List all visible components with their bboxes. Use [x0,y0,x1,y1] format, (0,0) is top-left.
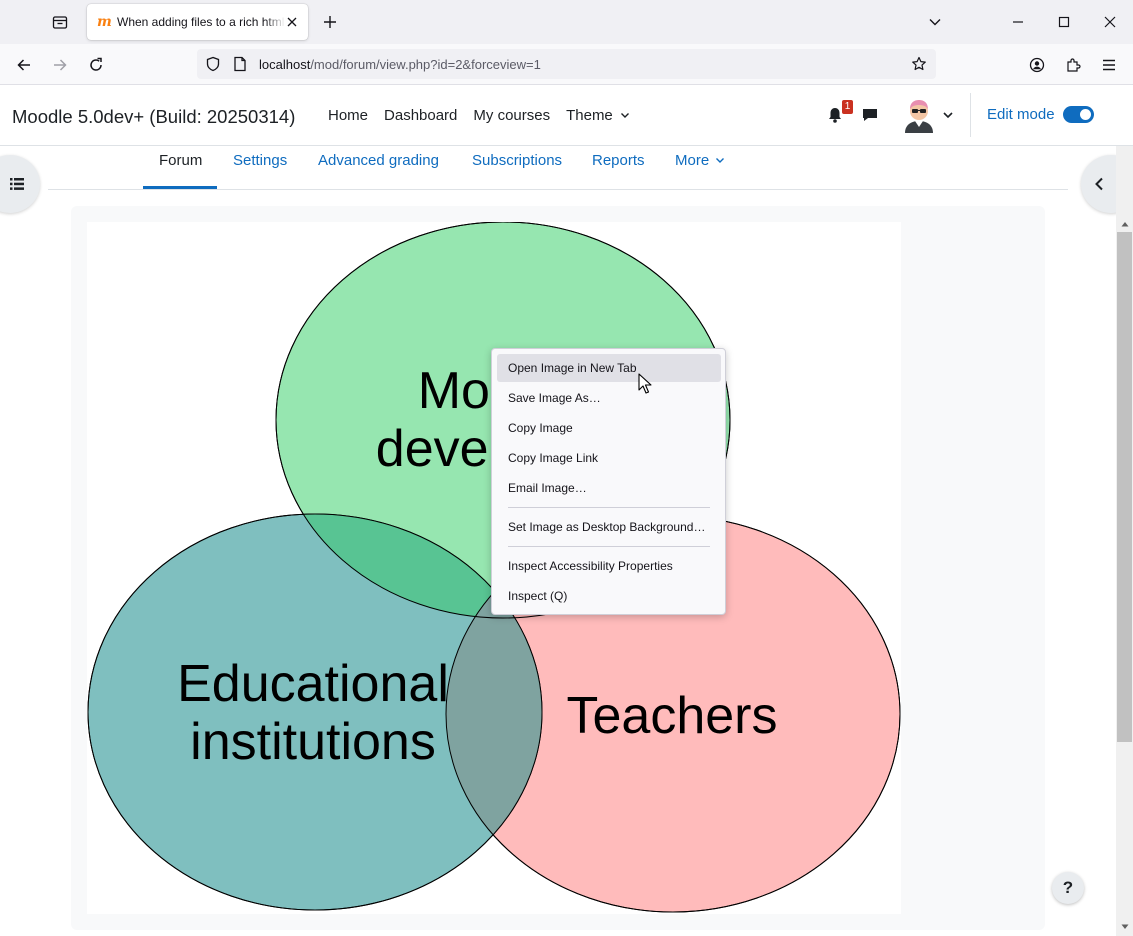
messages-icon[interactable] [858,103,882,127]
menu-separator [508,546,710,547]
active-tab-indicator [143,186,217,189]
browser-tab[interactable]: m When adding files to a rich html [87,4,308,40]
venn-label-left-line2: institutions [190,713,436,771]
url-text: localhost/mod/forum/view.php?id=2&forcev… [259,57,541,72]
shield-icon[interactable] [205,56,221,77]
chevron-down-icon[interactable] [919,6,951,38]
chevron-left-icon [1095,177,1103,191]
tab-more-label: More [675,152,710,169]
mouse-cursor-icon [638,373,652,394]
scroll-thumb[interactable] [1117,232,1132,742]
nav-theme[interactable]: Theme [566,107,630,124]
extensions-icon[interactable] [1060,52,1086,78]
scroll-down-arrow-icon[interactable] [1116,920,1133,934]
menu-item-copy-image[interactable]: Copy Image [497,414,721,442]
menu-icon[interactable] [1096,52,1122,78]
account-icon[interactable] [1024,52,1050,78]
user-avatar[interactable] [902,97,936,133]
star-icon[interactable] [911,56,927,77]
edit-mode-toggle[interactable] [1063,106,1094,123]
browser-nav-bar: localhost/mod/forum/view.php?id=2&forcev… [0,44,1133,85]
chevron-down-icon[interactable] [936,103,960,127]
plus-icon[interactable] [318,10,342,34]
tab-title: When adding files to a rich html [117,15,285,29]
nav-my-courses[interactable]: My courses [473,107,550,124]
tab-more[interactable]: More [675,152,725,169]
close-icon[interactable] [284,14,300,30]
course-index-drawer-button[interactable] [0,155,40,213]
site-name[interactable]: Moodle 5.0dev+ (Build: 20250314) [12,106,295,128]
edit-mode-label[interactable]: Edit mode [987,106,1055,123]
tab-forum[interactable]: Forum [159,152,202,169]
venn-label-left-line1: Educational [177,655,449,713]
nav-home[interactable]: Home [328,107,368,124]
chevron-down-icon [620,113,629,118]
url-path: /mod/forum/view.php?id=2&forceview=1 [310,57,541,72]
scroll-up-arrow-icon[interactable] [1116,218,1133,230]
chevron-down-icon [716,158,725,163]
toggle-knob [1080,109,1091,120]
url-host: localhost [259,57,311,72]
tab-subscriptions[interactable]: Subscriptions [472,152,562,169]
menu-separator [508,507,710,508]
menu-item-inspect-accessibility[interactable]: Inspect Accessibility Properties [497,552,721,580]
nav-dashboard[interactable]: Dashboard [384,107,457,124]
menu-item-save-image-as[interactable]: Save Image As… [497,384,721,412]
notification-badge: 1 [842,100,853,114]
help-button[interactable]: ? [1052,872,1084,904]
moodle-header: Moodle 5.0dev+ (Build: 20250314) Home Da… [0,85,1133,146]
primary-navigation: Home Dashboard My courses Theme [328,107,630,124]
close-window-icon[interactable] [1094,6,1126,38]
tab-advanced-grading[interactable]: Advanced grading [318,152,439,169]
header-divider [970,93,971,137]
maximize-icon[interactable] [1048,6,1080,38]
tab-reports[interactable]: Reports [592,152,645,169]
url-bar[interactable]: localhost/mod/forum/view.php?id=2&forcev… [197,49,936,79]
tab-list-icon[interactable] [48,10,72,34]
menu-item-copy-image-link[interactable]: Copy Image Link [497,444,721,472]
menu-item-inspect[interactable]: Inspect (Q) [497,582,721,610]
minimize-icon[interactable] [1002,6,1034,38]
venn-label-right: Teachers [567,687,778,745]
tab-settings[interactable]: Settings [233,152,287,169]
secondary-navigation: Forum Settings Advanced grading Subscrip… [48,146,1068,190]
menu-item-open-image-new-tab[interactable]: Open Image in New Tab [497,354,721,382]
forward-arrow-icon[interactable] [47,52,73,78]
image-context-menu: Open Image in New Tab Save Image As… Cop… [491,348,726,615]
menu-item-email-image[interactable]: Email Image… [497,474,721,502]
back-arrow-icon[interactable] [11,52,37,78]
browser-tab-strip: m When adding files to a rich html [0,0,1133,44]
reload-icon[interactable] [83,52,109,78]
nav-theme-label: Theme [566,107,613,124]
menu-item-set-desktop-background[interactable]: Set Image as Desktop Background… [497,513,721,541]
list-icon [10,178,24,190]
page-icon[interactable] [233,56,247,77]
moodle-favicon-icon: m [97,14,112,30]
